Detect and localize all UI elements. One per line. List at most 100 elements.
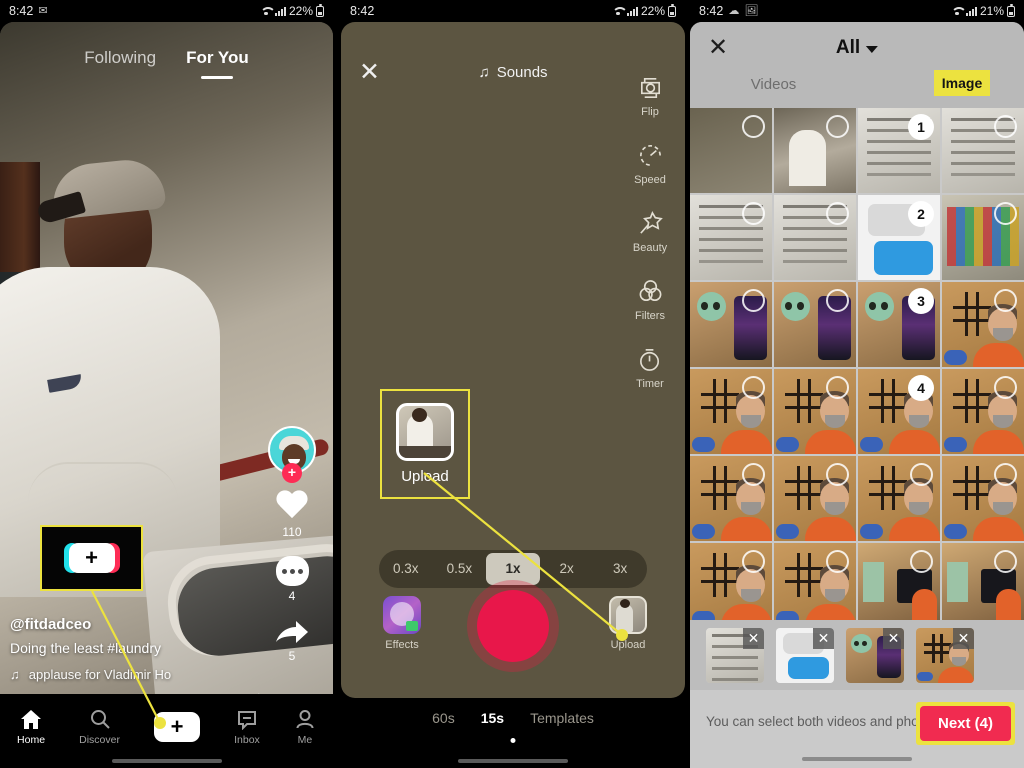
sounds-button[interactable]: ♫ Sounds xyxy=(478,64,547,81)
media-grid-item[interactable] xyxy=(942,108,1024,193)
media-grid-item[interactable] xyxy=(774,108,856,193)
selection-checkbox[interactable] xyxy=(994,376,1017,399)
share-button[interactable]: 5 xyxy=(274,620,310,663)
media-grid-item[interactable]: 3 xyxy=(858,282,940,367)
media-grid-item[interactable] xyxy=(774,456,856,541)
selection-checkbox[interactable] xyxy=(742,463,765,486)
media-grid-item[interactable] xyxy=(690,108,772,193)
record-button[interactable] xyxy=(467,580,559,672)
media-grid-item[interactable] xyxy=(858,456,940,541)
selection-checkbox[interactable] xyxy=(994,202,1017,225)
selection-checkbox[interactable] xyxy=(994,550,1017,573)
mode-60s[interactable]: 60s xyxy=(432,710,455,726)
selection-checkbox[interactable] xyxy=(742,376,765,399)
selection-order-badge[interactable]: 1 xyxy=(908,114,934,140)
mode-15s[interactable]: 15s xyxy=(481,710,504,726)
avatar[interactable]: + xyxy=(268,426,316,483)
media-grid-item[interactable] xyxy=(942,543,1024,620)
camera-viewfinder[interactable]: ✕ ♫ Sounds Flip Speed Beauty Filters Tim… xyxy=(341,22,685,698)
selection-order-badge[interactable]: 2 xyxy=(908,201,934,227)
tab-discover-label: Discover xyxy=(79,733,120,746)
media-grid-item[interactable] xyxy=(774,543,856,620)
selection-checkbox[interactable] xyxy=(910,550,933,573)
follow-plus-icon[interactable]: + xyxy=(282,463,302,483)
create-plus-icon[interactable]: + xyxy=(149,712,206,742)
media-grid-item[interactable] xyxy=(690,195,772,280)
media-grid[interactable]: 1 2 3 4 xyxy=(690,108,1024,620)
selection-checkbox[interactable] xyxy=(826,289,849,312)
selected-media-strip[interactable]: ✕ ✕ ✕ ✕ xyxy=(690,620,1024,690)
media-grid-item[interactable]: 4 xyxy=(858,369,940,454)
comment-button[interactable]: 4 xyxy=(275,556,309,603)
tab-me[interactable]: Me xyxy=(294,709,316,746)
media-grid-item[interactable] xyxy=(690,456,772,541)
album-dropdown[interactable]: All xyxy=(836,37,879,59)
status-bar-camera: 8:42 22% xyxy=(341,0,685,22)
selection-order-badge[interactable]: 4 xyxy=(908,375,934,401)
remove-selection-icon[interactable]: ✕ xyxy=(743,627,764,649)
speed-button[interactable]: Speed xyxy=(634,140,666,186)
tab-inbox[interactable]: Inbox xyxy=(234,709,260,746)
selection-checkbox[interactable] xyxy=(742,115,765,138)
media-grid-item[interactable] xyxy=(690,543,772,620)
effects-button[interactable]: Effects xyxy=(383,596,421,651)
media-grid-item[interactable] xyxy=(942,195,1024,280)
media-grid-item[interactable] xyxy=(942,282,1024,367)
filters-button[interactable]: Filters xyxy=(635,276,665,322)
flip-camera-button[interactable]: Flip xyxy=(635,72,665,118)
selection-checkbox[interactable] xyxy=(910,463,933,486)
tab-home[interactable]: Home xyxy=(17,709,45,746)
selection-checkbox[interactable] xyxy=(826,376,849,399)
remove-selection-icon[interactable]: ✕ xyxy=(813,627,834,649)
selection-checkbox[interactable] xyxy=(826,115,849,138)
close-icon[interactable]: ✕ xyxy=(708,36,728,60)
selected-thumbnail[interactable]: ✕ xyxy=(776,627,834,683)
media-grid-item[interactable] xyxy=(942,369,1024,454)
selected-thumbnail[interactable]: ✕ xyxy=(916,627,974,683)
remove-selection-icon[interactable]: ✕ xyxy=(953,627,974,649)
highlight-tab-image[interactable]: Image xyxy=(934,70,990,96)
selection-order-badge[interactable]: 3 xyxy=(908,288,934,314)
selection-checkbox[interactable] xyxy=(826,202,849,225)
tab-discover[interactable]: Discover xyxy=(79,709,120,746)
caption-username[interactable]: @fitdadceo xyxy=(10,616,259,633)
highlight-create-button[interactable]: + xyxy=(40,525,143,591)
highlight-create-plus-icon[interactable]: + xyxy=(63,543,120,573)
selection-checkbox[interactable] xyxy=(742,202,765,225)
selected-thumbnail[interactable]: ✕ xyxy=(846,627,904,683)
selection-checkbox[interactable] xyxy=(994,289,1017,312)
media-grid-item[interactable] xyxy=(942,456,1024,541)
tab-for-you[interactable]: For You xyxy=(186,48,249,68)
selection-checkbox[interactable] xyxy=(826,550,849,573)
mode-templates[interactable]: Templates xyxy=(530,710,594,726)
tab-create[interactable]: + xyxy=(149,712,206,742)
blue-object xyxy=(775,611,799,620)
selection-checkbox[interactable] xyxy=(742,550,765,573)
feed-video-area[interactable]: Following For You + 110 4 5 @fitdadceo D… xyxy=(0,22,333,768)
media-grid-item[interactable] xyxy=(774,369,856,454)
media-grid-item[interactable] xyxy=(690,282,772,367)
close-icon[interactable]: ✕ xyxy=(359,60,380,85)
upload-label: Upload xyxy=(610,639,646,651)
remove-selection-icon[interactable]: ✕ xyxy=(883,627,904,649)
timer-button[interactable]: Timer xyxy=(635,344,665,390)
selection-checkbox[interactable] xyxy=(826,463,849,486)
media-grid-item[interactable]: 2 xyxy=(858,195,940,280)
next-button[interactable]: Next (4) xyxy=(919,706,1011,741)
tab-videos[interactable]: Videos xyxy=(690,76,857,93)
tab-following[interactable]: Following xyxy=(84,48,156,68)
media-grid-item[interactable]: 1 xyxy=(858,108,940,193)
like-button[interactable]: 110 xyxy=(275,491,309,539)
selection-checkbox[interactable] xyxy=(742,289,765,312)
highlight-upload-callout[interactable]: Upload xyxy=(380,389,470,499)
media-grid-item[interactable] xyxy=(774,195,856,280)
selection-checkbox[interactable] xyxy=(994,115,1017,138)
media-grid-item[interactable] xyxy=(858,543,940,620)
media-grid-item[interactable] xyxy=(690,369,772,454)
selected-thumbnail[interactable]: ✕ xyxy=(706,627,764,683)
upload-button[interactable]: Upload xyxy=(609,596,647,651)
beauty-button[interactable]: Beauty xyxy=(633,208,667,254)
media-grid-item[interactable] xyxy=(774,282,856,367)
caption-music-row[interactable]: ♫ applause for Vladimir Ho xyxy=(10,667,259,682)
selection-checkbox[interactable] xyxy=(994,463,1017,486)
